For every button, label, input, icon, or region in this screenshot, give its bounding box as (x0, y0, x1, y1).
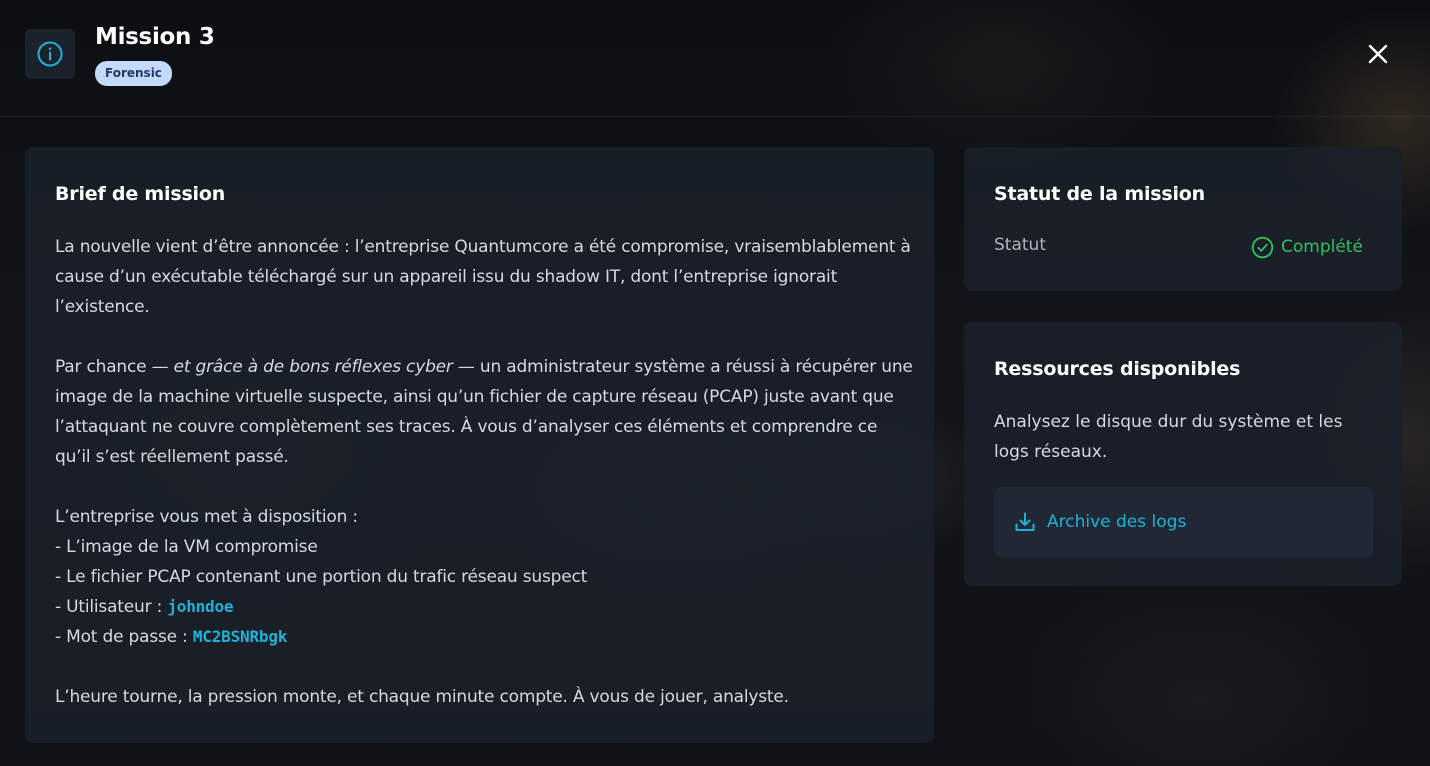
mission-modal: Mission 3 Forensic Brief de mission La n… (0, 0, 1430, 766)
brief-paragraph-intro: La nouvelle vient d’être annoncée : l’en… (55, 237, 911, 317)
username-label: - Utilisateur : (55, 597, 168, 617)
brief-content: La nouvelle vient d’être annoncée : l’en… (55, 232, 915, 712)
status-label: Statut (994, 235, 1046, 255)
check-circle-icon (1251, 236, 1274, 258)
close-icon (1368, 44, 1388, 64)
download-logs-label: Archive des logs (1047, 512, 1187, 532)
download-logs-button[interactable]: Archive des logs (994, 487, 1373, 557)
status-badge: Complété (1251, 234, 1363, 260)
brief-title: Brief de mission (55, 183, 226, 205)
resources-title: Ressources disponibles (994, 358, 1241, 380)
brief-emphasis: et grâce à de bons réflexes cyber (173, 357, 453, 377)
mission-title: Mission 3 (95, 24, 215, 50)
username-value: johndoe (167, 597, 234, 616)
list-intro: L’entreprise vous met à disposition : (55, 507, 358, 527)
list-item: - L’image de la VM compromise (55, 537, 318, 557)
brief-paragraph-context: Par chance — et grâce à de bons réflexes… (55, 352, 915, 472)
password-value: MC2BSNRbgk (192, 627, 288, 646)
brief-closing: L’heure tourne, la pression monte, et ch… (55, 687, 789, 707)
info-icon-container (25, 29, 75, 79)
list-item: - Le fichier PCAP contenant une portion … (55, 567, 588, 587)
status-title: Statut de la mission (994, 183, 1205, 205)
category-badge: Forensic (95, 61, 172, 86)
status-value: Complété (1281, 237, 1363, 257)
mission-status-card (964, 147, 1402, 291)
password-label: - Mot de passe : (55, 627, 193, 647)
info-icon (37, 41, 63, 67)
brief-text: Par chance — (55, 357, 174, 377)
resources-description: Analysez le disque dur du système et les… (994, 412, 1343, 462)
modal-header: Mission 3 Forensic (0, 0, 1430, 117)
download-icon (1014, 511, 1036, 533)
close-button[interactable] (1362, 38, 1394, 70)
brief-resources-list: L’entreprise vous met à disposition : - … (55, 502, 915, 652)
